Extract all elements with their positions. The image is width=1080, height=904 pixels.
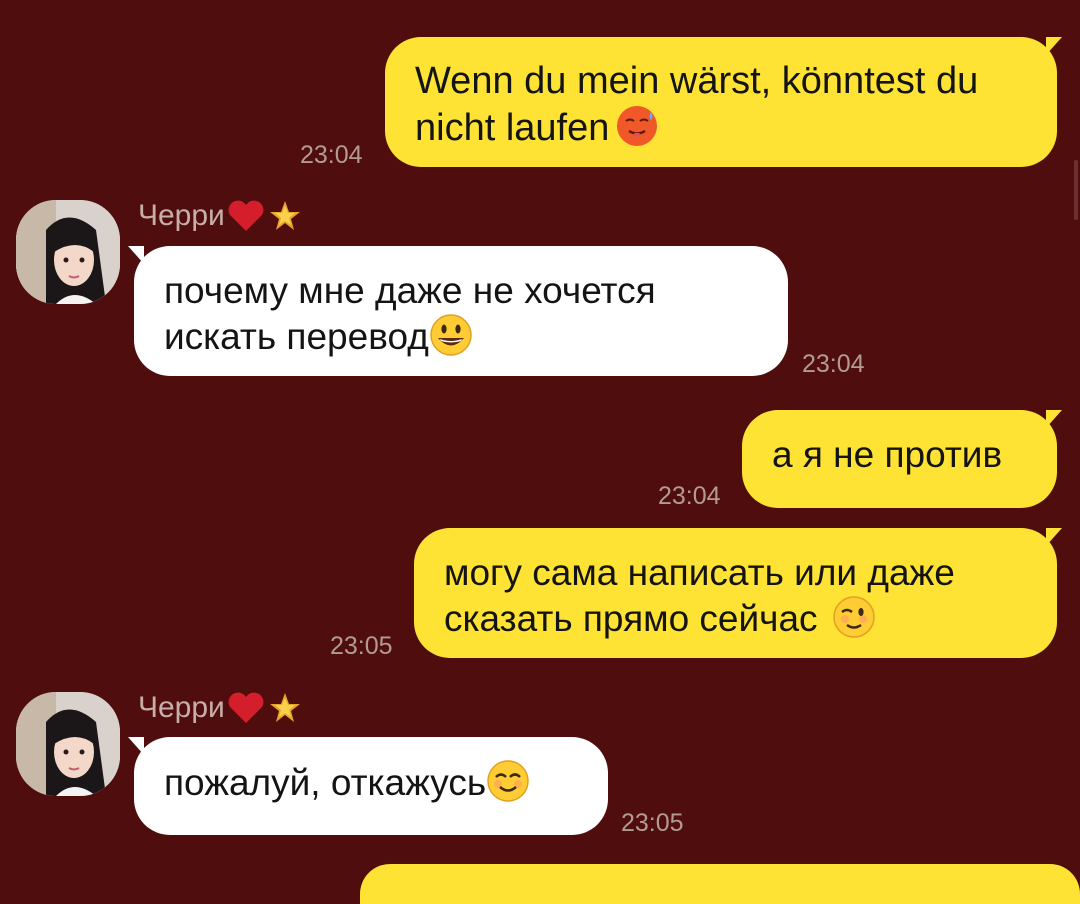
message-text-line: искать перевод (164, 316, 429, 357)
message-timestamp: 23:04 (658, 482, 721, 510)
glowing-star-icon (269, 201, 300, 230)
message-text-line: могу сама написать или даже (444, 552, 955, 593)
message-timestamp: 23:05 (621, 809, 684, 837)
scrollbar[interactable] (1074, 160, 1078, 220)
bubble-tail (128, 737, 144, 755)
message-text-line: почему мне даже не хочется (164, 270, 656, 311)
sender-name-text: Черри (138, 199, 225, 232)
avatar-photo (16, 692, 120, 796)
message-bubble[interactable]: пожалуй, откажусь (134, 737, 608, 835)
message-bubble[interactable]: почему мне даже не хочется искать перево… (134, 246, 788, 376)
avatar-photo (16, 200, 120, 304)
bubble-tail (1046, 528, 1062, 546)
bubble-tail (1046, 37, 1062, 55)
bubble-tail (1046, 410, 1062, 428)
message-bubble[interactable]: могу сама написать или даже сказать прям… (414, 528, 1057, 658)
bubble-tail (128, 246, 144, 264)
glowing-star-icon (269, 693, 300, 722)
message-timestamp: 23:04 (300, 141, 363, 169)
message-text-line: сказать прямо сейчас (444, 598, 818, 639)
sender-name-text: Черри (138, 691, 225, 724)
next-message-bubble-peek (360, 864, 1080, 904)
message-timestamp: 23:04 (802, 350, 865, 378)
avatar[interactable] (16, 200, 120, 304)
heart-icon (228, 692, 264, 723)
sender-name: Черри (138, 690, 303, 726)
message-text-line: Wenn du mein wärst, könntest du (415, 60, 979, 102)
sender-name: Черри (138, 198, 303, 234)
message-text-line: пожалуй, откажусь (164, 762, 487, 803)
message-timestamp: 23:05 (330, 632, 393, 660)
avatar[interactable] (16, 692, 120, 796)
smiling-face-icon (487, 760, 529, 802)
message-text-line: а я не против (772, 434, 1003, 475)
heart-icon (228, 200, 264, 231)
message-bubble[interactable]: а я не против (742, 410, 1057, 508)
message-text-line: nicht laufen (415, 107, 610, 149)
hot-face-icon (617, 106, 658, 146)
grinning-face-icon (430, 314, 472, 356)
message-bubble[interactable]: Wenn du mein wärst, könntest du nicht la… (385, 37, 1057, 167)
winking-face-icon (832, 596, 875, 638)
